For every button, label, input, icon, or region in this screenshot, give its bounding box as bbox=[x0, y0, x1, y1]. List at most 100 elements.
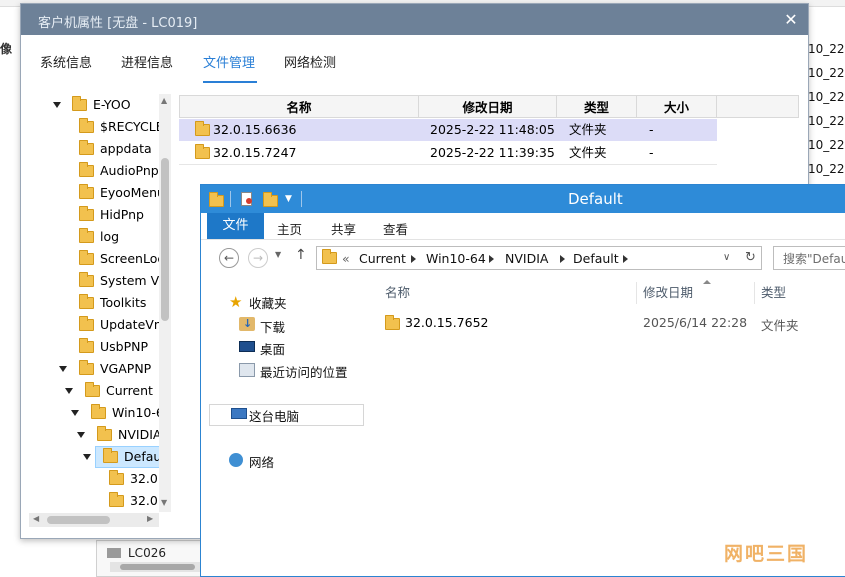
tab-file-management[interactable]: 文件管理 bbox=[203, 52, 255, 71]
recent-locations-icon[interactable]: ▼ bbox=[275, 250, 281, 259]
scroll-right-icon[interactable]: ▶ bbox=[147, 514, 153, 523]
chevron-down-icon[interactable]: ▼ bbox=[285, 194, 292, 204]
tree-node-nvidia[interactable]: NVIDIA bbox=[29, 424, 169, 446]
column-header-size[interactable]: 大小 bbox=[637, 95, 717, 118]
tree-node[interactable]: System Vc bbox=[29, 270, 169, 292]
column-header-name[interactable]: 名称 bbox=[369, 282, 637, 304]
tree-node-label: 32.0. bbox=[130, 471, 162, 486]
tree-node[interactable]: $RECYCLE bbox=[29, 116, 169, 138]
background-scrollbar-thumb[interactable] bbox=[120, 564, 195, 570]
tab-process-info[interactable]: 进程信息 bbox=[121, 52, 173, 71]
tab-system-info[interactable]: 系统信息 bbox=[40, 52, 92, 71]
back-button[interactable]: ← bbox=[219, 248, 239, 268]
background-list-item[interactable]: 10_22H bbox=[808, 66, 845, 80]
column-header-type[interactable]: 类型 bbox=[557, 95, 637, 118]
chevron-down-icon[interactable] bbox=[71, 410, 79, 416]
chevron-down-icon[interactable] bbox=[59, 366, 67, 372]
close-button[interactable]: ✕ bbox=[781, 10, 801, 30]
tree-node[interactable]: HidPnp bbox=[29, 204, 169, 226]
column-header-name[interactable]: 名称 bbox=[179, 95, 419, 118]
folder-icon bbox=[109, 470, 124, 485]
up-button[interactable]: ↑ bbox=[295, 247, 307, 263]
background-list-item[interactable]: 10_22H bbox=[808, 114, 845, 128]
tab-network-check[interactable]: 网络检测 bbox=[284, 52, 336, 71]
nav-desktop[interactable]: 桌面 bbox=[260, 339, 285, 358]
chevron-down-icon[interactable] bbox=[77, 432, 85, 438]
chevron-right-icon[interactable] bbox=[489, 255, 494, 263]
address-history-icon[interactable]: ∨ bbox=[723, 252, 730, 263]
file-size: - bbox=[649, 145, 654, 160]
chevron-right-icon[interactable] bbox=[560, 255, 565, 263]
tree-horizontal-scroll-thumb[interactable] bbox=[47, 516, 110, 524]
tree-node[interactable]: Toolkits bbox=[29, 292, 169, 314]
nav-recent[interactable]: 最近访问的位置 bbox=[260, 362, 348, 381]
folder-icon bbox=[79, 360, 94, 375]
scroll-down-icon[interactable]: ▼ bbox=[161, 498, 167, 507]
ribbon-tab-home[interactable]: 主页 bbox=[277, 219, 302, 238]
column-header-type[interactable]: 类型 bbox=[755, 282, 845, 304]
breadcrumb-overflow[interactable]: « bbox=[342, 251, 350, 266]
chevron-down-icon[interactable] bbox=[83, 454, 91, 460]
tree-node[interactable]: UpdateVn bbox=[29, 314, 169, 336]
tree-node-label: EyooMenu bbox=[100, 185, 165, 200]
refresh-icon[interactable]: ↻ bbox=[745, 250, 756, 265]
folder-icon bbox=[79, 140, 94, 155]
file-grid: 名称 修改日期 类型 大小 32.0.15.6636 2025-2-22 11:… bbox=[179, 95, 799, 175]
desktop-icon bbox=[239, 341, 255, 352]
explorer-titlebar[interactable]: ▼ Default bbox=[201, 185, 845, 213]
folder-icon bbox=[79, 228, 94, 243]
dialog-titlebar[interactable]: 客户机属性 [无盘 - LC019] ✕ bbox=[21, 4, 808, 35]
address-bar[interactable]: « Current Win10-64 NVIDIA Default ∨ ↻ bbox=[316, 246, 762, 270]
scroll-left-icon[interactable]: ◀ bbox=[33, 514, 39, 523]
tree-node-current[interactable]: Current bbox=[29, 380, 169, 402]
ribbon-tab-view[interactable]: 查看 bbox=[383, 219, 408, 238]
table-row[interactable]: 32.0.15.6636 2025-2-22 11:48:05 文件夹 - bbox=[179, 119, 717, 141]
background-left-label: 像 bbox=[0, 42, 13, 56]
tree-node[interactable]: log bbox=[29, 226, 169, 248]
tree-node-default[interactable]: Defau bbox=[29, 446, 171, 468]
chevron-down-icon[interactable] bbox=[65, 388, 73, 394]
breadcrumb-win10-64[interactable]: Win10-64 bbox=[426, 251, 486, 266]
tree-node[interactable]: appdata bbox=[29, 138, 169, 160]
tree-node[interactable]: UsbPNP bbox=[29, 336, 169, 358]
background-client-item[interactable]: LC026 bbox=[128, 546, 166, 560]
tree-node[interactable]: 32.0. bbox=[29, 468, 169, 490]
table-row[interactable]: 32.0.15.7247 2025-2-22 11:39:35 文件夹 - bbox=[179, 142, 717, 165]
ribbon-tab-file[interactable]: 文件 bbox=[207, 213, 264, 239]
tree-vertical-scroll-thumb[interactable] bbox=[161, 158, 169, 321]
breadcrumb-default[interactable]: Default bbox=[573, 251, 619, 266]
tree-node-vgapnp[interactable]: VGAPNP bbox=[29, 358, 169, 380]
folder-icon[interactable] bbox=[209, 192, 224, 207]
breadcrumb-current[interactable]: Current bbox=[359, 251, 406, 266]
nav-network[interactable]: 网络 bbox=[249, 452, 274, 471]
tree-node[interactable]: ScreenLoc bbox=[29, 248, 169, 270]
column-header-date[interactable]: 修改日期 bbox=[637, 282, 755, 304]
background-list-item[interactable]: 10_22H bbox=[808, 138, 845, 152]
tree-node[interactable]: 32.0. bbox=[29, 490, 169, 512]
chevron-right-icon[interactable] bbox=[623, 255, 628, 263]
chevron-down-icon[interactable] bbox=[53, 102, 61, 108]
forward-button[interactable]: → bbox=[248, 248, 268, 268]
background-list-item[interactable]: 10_22H bbox=[808, 90, 845, 104]
folder-icon bbox=[385, 315, 400, 330]
tree-node-label: UpdateVn bbox=[100, 317, 162, 332]
background-list-item[interactable]: 10_22H bbox=[808, 42, 845, 56]
folder-icon bbox=[72, 96, 87, 111]
nav-favorites[interactable]: 收藏夹 bbox=[249, 293, 287, 312]
tree-node[interactable]: EyooMenu bbox=[29, 182, 169, 204]
scroll-up-icon[interactable]: ▲ bbox=[161, 96, 167, 105]
breadcrumb-nvidia[interactable]: NVIDIA bbox=[505, 251, 548, 266]
tree-node-win10[interactable]: Win10-6 bbox=[29, 402, 169, 424]
column-header-date[interactable]: 修改日期 bbox=[419, 95, 557, 118]
tree-node[interactable]: AudioPnp bbox=[29, 160, 169, 182]
new-folder-icon[interactable] bbox=[263, 192, 278, 207]
navigation-pane: ★ 收藏夹 ↓ 下载 桌面 最近访问的位置 这台电脑 网络 bbox=[209, 277, 364, 576]
folder-icon bbox=[79, 162, 94, 177]
chevron-right-icon[interactable] bbox=[411, 255, 416, 263]
tree-node-e-yoo[interactable]: E-YOO bbox=[29, 94, 169, 116]
background-list-item[interactable]: 10_22H bbox=[808, 162, 845, 176]
nav-downloads[interactable]: 下载 bbox=[260, 317, 285, 336]
ribbon-tab-share[interactable]: 共享 bbox=[331, 219, 356, 238]
tree-node-label: NVIDIA bbox=[118, 427, 162, 442]
list-item[interactable]: 32.0.15.7652 2025/6/14 22:28 文件夹 bbox=[369, 312, 845, 334]
